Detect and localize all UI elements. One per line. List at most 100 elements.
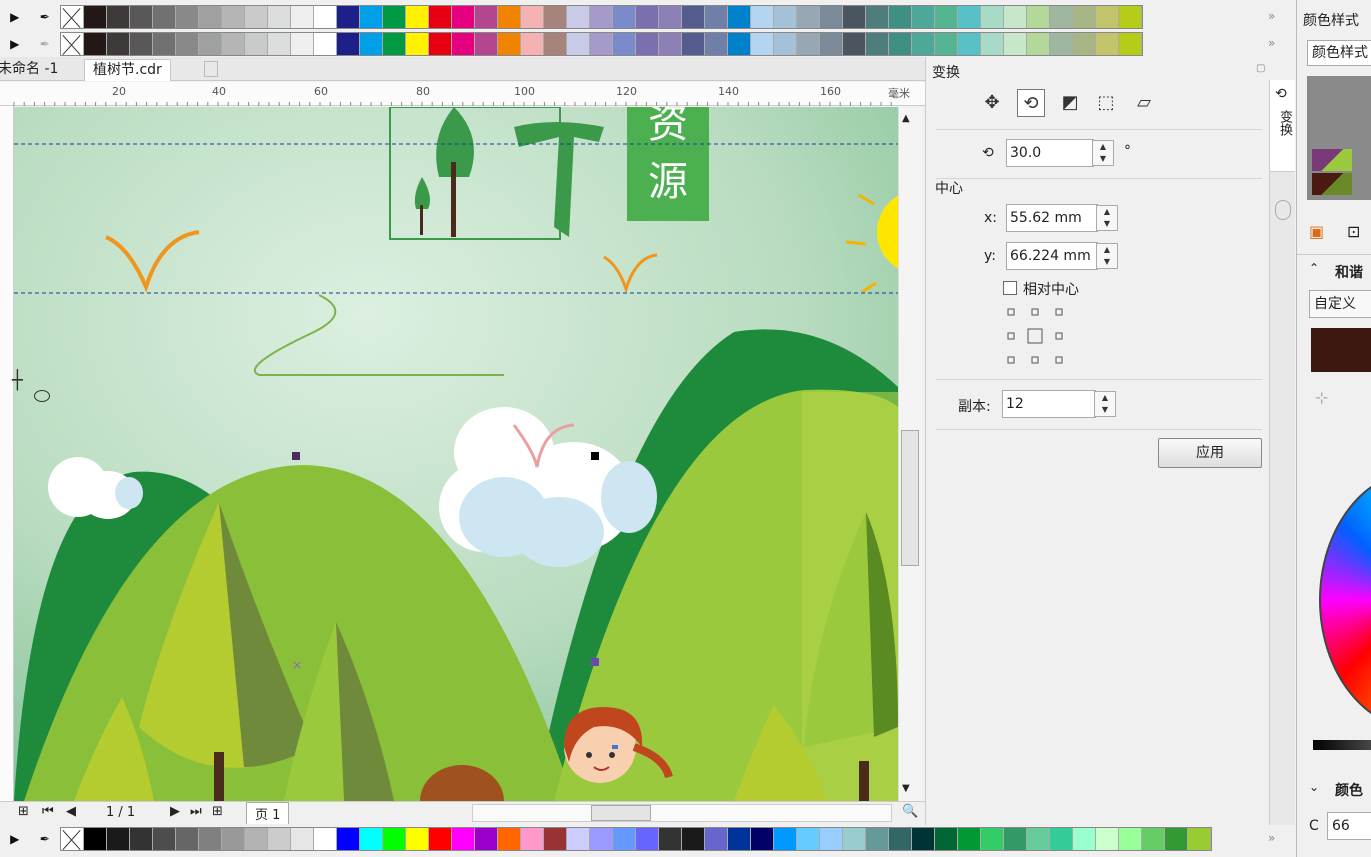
color-swatch[interactable] [360, 6, 383, 28]
add-page-end-icon[interactable]: ⊞ [212, 804, 223, 819]
color-swatch[interactable] [176, 828, 199, 850]
color-swatch[interactable] [820, 6, 843, 28]
color-swatch[interactable] [981, 6, 1004, 28]
color-swatch[interactable] [1073, 828, 1096, 850]
color-swatch[interactable] [199, 33, 222, 55]
color-swatch[interactable] [820, 33, 843, 55]
color-swatch[interactable] [1073, 6, 1096, 28]
next-page-icon[interactable]: ▶ [170, 804, 180, 819]
color-swatch[interactable] [1119, 33, 1142, 55]
color-swatch[interactable] [1027, 33, 1050, 55]
color-swatch[interactable] [1050, 6, 1073, 28]
color-swatch[interactable] [360, 828, 383, 850]
page-tab[interactable]: 页 1 [246, 802, 290, 824]
center-x-input[interactable]: 55.62 mm [1006, 204, 1098, 232]
color-swatch[interactable] [1096, 828, 1119, 850]
color-swatch[interactable] [107, 33, 130, 55]
color-swatch[interactable] [705, 828, 728, 850]
color-swatch[interactable] [567, 33, 590, 55]
side-tab-transform[interactable]: ⟲ 变换 [1270, 80, 1295, 172]
color-swatch[interactable] [843, 828, 866, 850]
color-swatch[interactable] [291, 33, 314, 55]
new-tab-button[interactable] [204, 61, 218, 77]
palette-arrow-icon[interactable]: ▶ [10, 10, 19, 24]
collapse-chevron-icon[interactable]: ⌃ [1309, 261, 1319, 275]
cyan-input[interactable]: 66 [1327, 812, 1371, 840]
skew-tool-icon[interactable]: ▱ [1130, 89, 1158, 117]
color-swatch[interactable] [360, 33, 383, 55]
color-swatch[interactable] [843, 33, 866, 55]
expand-chevron-icon[interactable]: ⌄ [1309, 780, 1319, 794]
color-swatch[interactable] [682, 828, 705, 850]
color-swatch[interactable] [774, 33, 797, 55]
color-swatch[interactable] [130, 828, 153, 850]
rotation-spinner[interactable]: ▲ ▼ [1092, 140, 1114, 166]
scroll-down-arrow-icon[interactable]: ▼ [902, 783, 910, 794]
color-swatch[interactable] [406, 6, 429, 28]
color-swatch[interactable] [337, 828, 360, 850]
scale-mirror-tool-icon[interactable]: ◩ [1056, 89, 1084, 117]
palette-controls[interactable]: ▶ ✒ [0, 826, 60, 852]
color-swatch[interactable] [590, 6, 613, 28]
eyedropper-icon[interactable]: ⊹ [1315, 388, 1328, 407]
color-swatch[interactable] [475, 828, 498, 850]
color-swatch[interactable] [1004, 33, 1027, 55]
color-swatch[interactable] [544, 828, 567, 850]
rotation-angle-input[interactable]: 30.0 [1006, 139, 1094, 167]
color-swatch[interactable] [820, 828, 843, 850]
color-swatch[interactable] [1073, 33, 1096, 55]
selection-handle[interactable] [591, 658, 599, 666]
horizontal-scrollbar[interactable] [472, 804, 892, 822]
color-swatch[interactable] [1004, 828, 1027, 850]
color-swatch[interactable] [1050, 828, 1073, 850]
color-swatch[interactable] [682, 33, 705, 55]
color-swatch[interactable] [268, 33, 291, 55]
color-style-preview[interactable] [1307, 76, 1371, 200]
color-swatch[interactable] [452, 6, 475, 28]
color-swatch[interactable] [728, 6, 751, 28]
shade-slider[interactable] [1313, 740, 1371, 750]
palette-arrow-icon[interactable]: ▶ [10, 832, 19, 846]
selection-handle[interactable] [292, 452, 300, 460]
color-swatch[interactable] [590, 33, 613, 55]
color-swatch[interactable] [636, 828, 659, 850]
color-swatch[interactable] [567, 828, 590, 850]
color-swatch[interactable] [199, 828, 222, 850]
color-swatch[interactable] [245, 33, 268, 55]
color-swatch[interactable] [222, 33, 245, 55]
color-swatch[interactable] [1096, 6, 1119, 28]
center-y-input[interactable]: 66.224 mm [1006, 242, 1098, 270]
anchor-point-grid[interactable] [1004, 305, 1068, 369]
color-swatch[interactable] [659, 6, 682, 28]
color-swatch[interactable] [521, 828, 544, 850]
horizontal-scroll-thumb[interactable] [591, 805, 651, 821]
palette-more-button[interactable]: » [1268, 831, 1275, 845]
color-swatch[interactable] [866, 828, 889, 850]
color-swatch[interactable] [797, 828, 820, 850]
copies-input[interactable]: 12 [1002, 390, 1096, 418]
color-swatch[interactable] [1096, 33, 1119, 55]
color-swatch[interactable] [337, 6, 360, 28]
color-swatch[interactable] [728, 828, 751, 850]
color-swatch[interactable] [1119, 828, 1142, 850]
side-tab-object-icon[interactable] [1275, 200, 1291, 220]
color-swatch[interactable] [544, 6, 567, 28]
vertical-ruler[interactable] [0, 106, 14, 802]
color-swatch[interactable] [521, 6, 544, 28]
color-swatch[interactable] [728, 33, 751, 55]
color-swatch[interactable] [705, 33, 728, 55]
color-swatch[interactable] [245, 828, 268, 850]
tab-untitled[interactable]: 未命名 -1 [0, 59, 66, 81]
color-swatch[interactable] [866, 6, 889, 28]
color-swatch[interactable] [981, 828, 1004, 850]
color-swatch[interactable] [889, 828, 912, 850]
color-swatch[interactable] [130, 6, 153, 28]
color-swatch[interactable] [84, 33, 107, 55]
color-swatch[interactable] [130, 33, 153, 55]
color-swatch[interactable] [406, 33, 429, 55]
color-swatch[interactable] [912, 33, 935, 55]
color-swatch[interactable] [1119, 6, 1142, 28]
color-swatch[interactable] [84, 6, 107, 28]
color-swatch[interactable] [383, 828, 406, 850]
color-swatch[interactable] [498, 6, 521, 28]
